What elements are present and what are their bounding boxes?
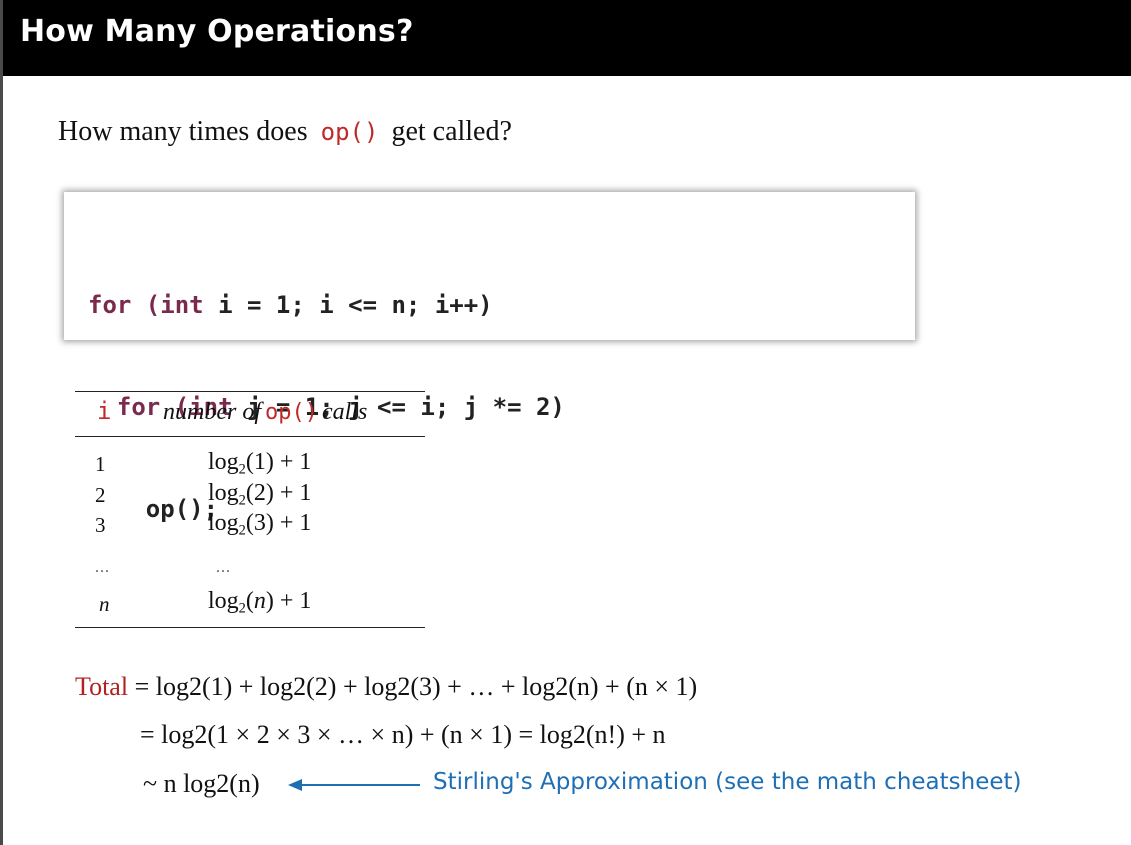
log-word: log <box>208 510 239 536</box>
log-base: 2 <box>238 492 246 509</box>
question-prefix: How many times does <box>58 116 308 147</box>
derivation-line-2-text: = log2(1 × 2 × 3 × … × n) + (n × 1) = lo… <box>140 720 666 749</box>
keyword-for: for <box>116 393 161 421</box>
table-header-calls: number of op() calls <box>163 399 367 426</box>
question-suffix: get called? <box>391 116 512 147</box>
log-word: log <box>208 480 239 506</box>
row-expr: log2(1) + 1 <box>208 449 312 478</box>
plus-one: + 1 <box>279 510 312 536</box>
derivation-line-3-text: ~ n log2(n) <box>143 769 260 798</box>
log-arg: 2 <box>253 480 266 506</box>
log-base: 2 <box>238 600 246 617</box>
row-expr: log2(n) + 1 <box>208 588 312 617</box>
row-expr: log2(3) + 1 <box>208 510 312 539</box>
question: How many times does op() get called? <box>58 116 512 148</box>
question-code: op() <box>320 118 379 146</box>
row-expr: log2(2) + 1 <box>208 480 312 509</box>
log-word: log <box>208 449 239 475</box>
plus-one: + 1 <box>279 480 312 506</box>
log-arg: 3 <box>253 510 266 536</box>
row-i: n <box>99 592 110 616</box>
row-expr-ellipsis: ... <box>216 559 231 576</box>
code-paren: ( <box>131 291 161 319</box>
keyword-for: for <box>88 291 132 319</box>
table-header-i: i <box>97 397 112 425</box>
table-top-rule <box>75 391 425 392</box>
stirling-note: Stirling's Approximation (see the math c… <box>433 769 1022 795</box>
derivation-line-2: = log2(1 × 2 × 3 × … × n) + (n × 1) = lo… <box>140 720 666 750</box>
header-calls-code: op() <box>265 400 318 425</box>
code-line-1: for (int i = 1; i <= n; i++) <box>88 288 915 322</box>
total-label: Total <box>75 672 129 701</box>
left-border <box>0 0 3 845</box>
plus-one: + 1 <box>279 449 312 475</box>
table-bottom-rule <box>75 627 425 628</box>
row-i-ellipsis: ... <box>95 559 110 576</box>
log-word: log <box>208 588 239 614</box>
derivation-line-1: Total = log2(1) + log2(2) + log2(3) + … … <box>75 672 697 702</box>
derivation-line-3: ~ n log2(n) <box>143 769 260 799</box>
log-base: 2 <box>238 522 246 539</box>
row-i: 2 <box>95 483 106 507</box>
log-arg: 1 <box>253 449 266 475</box>
log-base: 2 <box>238 461 246 478</box>
header-calls-prefix: number of <box>163 399 261 425</box>
header-calls-suffix: calls <box>321 399 368 425</box>
code-rest: i = 1; i <= n; i++) <box>203 291 493 319</box>
left-arrow-icon <box>288 779 420 791</box>
keyword-int: int <box>160 291 204 319</box>
code-block: for (int i = 1; i <= n; i++) for (int j … <box>64 192 915 523</box>
row-i: 3 <box>95 513 106 537</box>
plus-one: + 1 <box>279 588 312 614</box>
table-header-rule <box>75 436 425 437</box>
row-i: 1 <box>95 452 106 476</box>
slide-title-bar: How Many Operations? <box>3 0 1131 76</box>
log-arg: n <box>253 588 266 614</box>
derivation-line-1-text: = log2(1) + log2(2) + log2(3) + … + log2… <box>134 672 698 701</box>
slide-title: How Many Operations? <box>20 14 414 49</box>
